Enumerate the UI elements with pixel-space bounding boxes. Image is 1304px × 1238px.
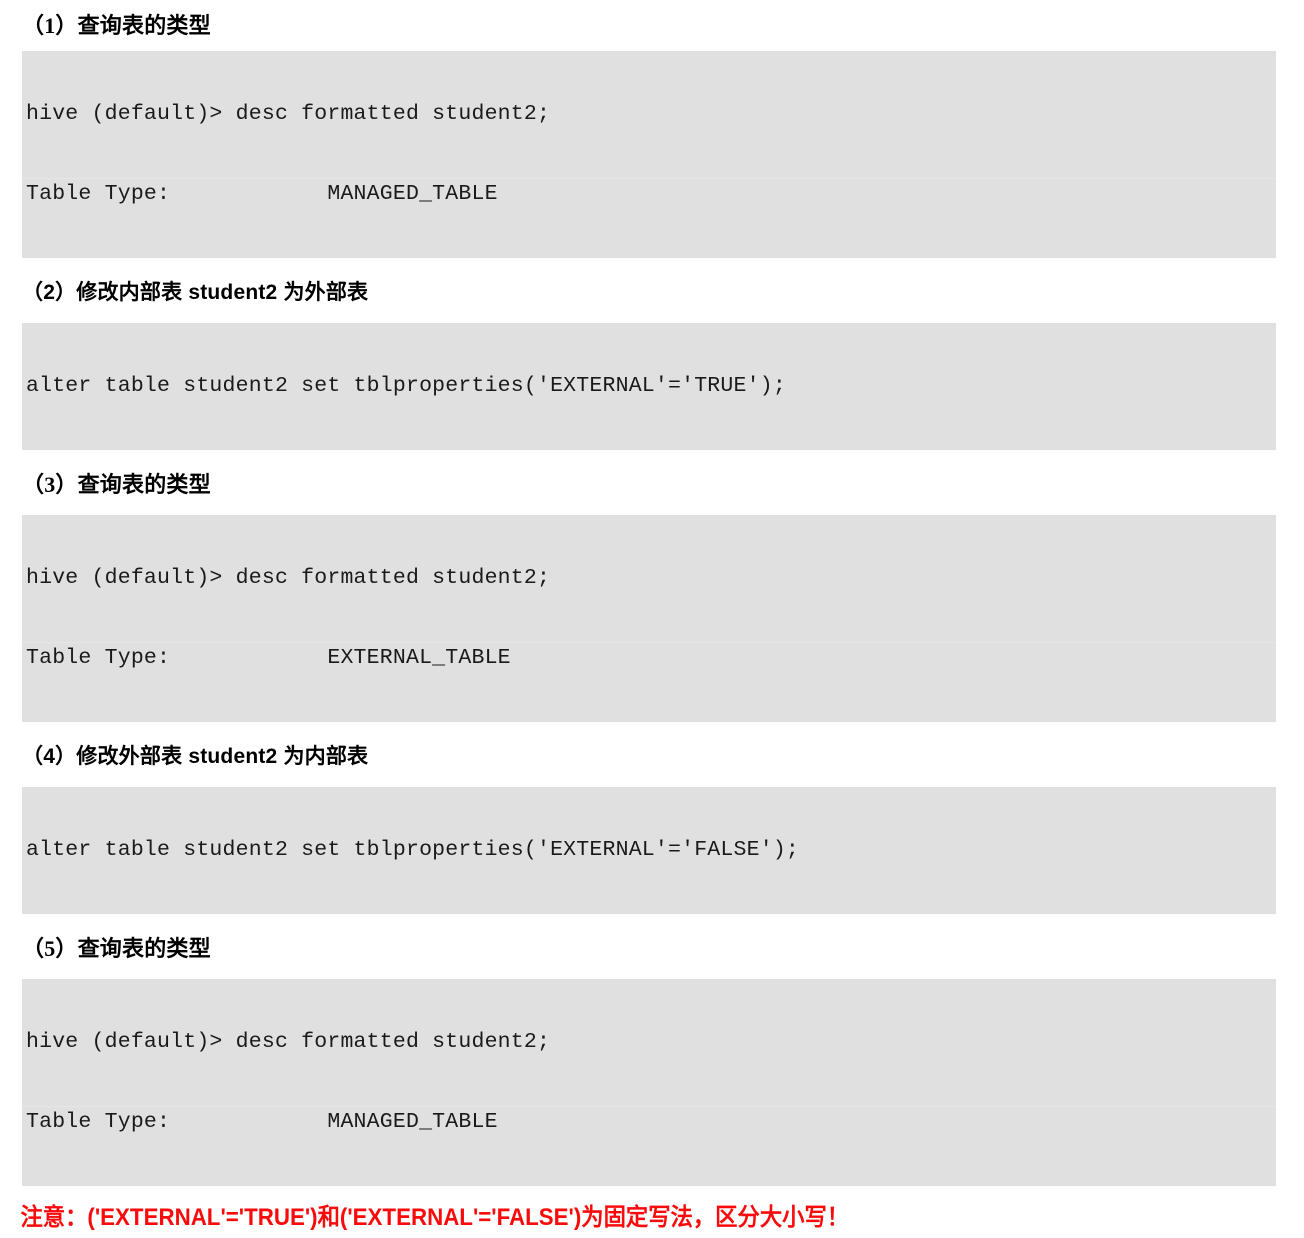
spacer-5a xyxy=(0,914,1304,932)
code-line: alter table student2 set tblproperties('… xyxy=(26,838,800,862)
spacer-1a xyxy=(0,43,1304,51)
code-block-3: hive (default)> desc formatted student2;… xyxy=(22,515,1276,722)
code-line: Table Type: MANAGED_TABLE xyxy=(22,178,1276,210)
code-block-4: alter table student2 set tblproperties('… xyxy=(22,787,1276,914)
section-heading-1: （1）查询表的类型 xyxy=(22,13,211,38)
spacer-4a xyxy=(0,722,1304,740)
code-line: hive (default)> desc formatted student2; xyxy=(26,1030,551,1054)
spacer-2a xyxy=(0,258,1304,276)
code-block-1: hive (default)> desc formatted student2;… xyxy=(22,51,1276,258)
code-line: Table Type: EXTERNAL_TABLE xyxy=(22,642,1276,674)
spacer-5b xyxy=(0,966,1304,979)
section-heading-5: （5）查询表的类型 xyxy=(22,936,211,961)
code-line: hive (default)> desc formatted student2; xyxy=(26,566,551,590)
spacer-warning xyxy=(0,1186,1304,1198)
code-block-2: alter table student2 set tblproperties('… xyxy=(22,323,1276,450)
code-line: Table Type: MANAGED_TABLE xyxy=(22,1106,1276,1138)
spacer-3a xyxy=(0,450,1304,468)
document-page: （1）查询表的类型 hive (default)> desc formatted… xyxy=(0,0,1304,1231)
spacer-3b xyxy=(0,502,1304,515)
spacer-4b xyxy=(0,774,1304,787)
spacer-top xyxy=(0,0,1304,9)
spacer-2b xyxy=(0,310,1304,323)
section-heading-2: （2）修改内部表 student2 为外部表 xyxy=(22,281,369,304)
code-line: alter table student2 set tblproperties('… xyxy=(26,374,786,398)
warning-note: 注意：('EXTERNAL'='TRUE')和('EXTERNAL'='FALS… xyxy=(20,1204,850,1231)
section-heading-3: （3）查询表的类型 xyxy=(22,472,211,497)
code-line: hive (default)> desc formatted student2; xyxy=(26,102,551,126)
code-block-5: hive (default)> desc formatted student2;… xyxy=(22,979,1276,1186)
section-heading-4: （4）修改外部表 student2 为内部表 xyxy=(22,745,369,768)
